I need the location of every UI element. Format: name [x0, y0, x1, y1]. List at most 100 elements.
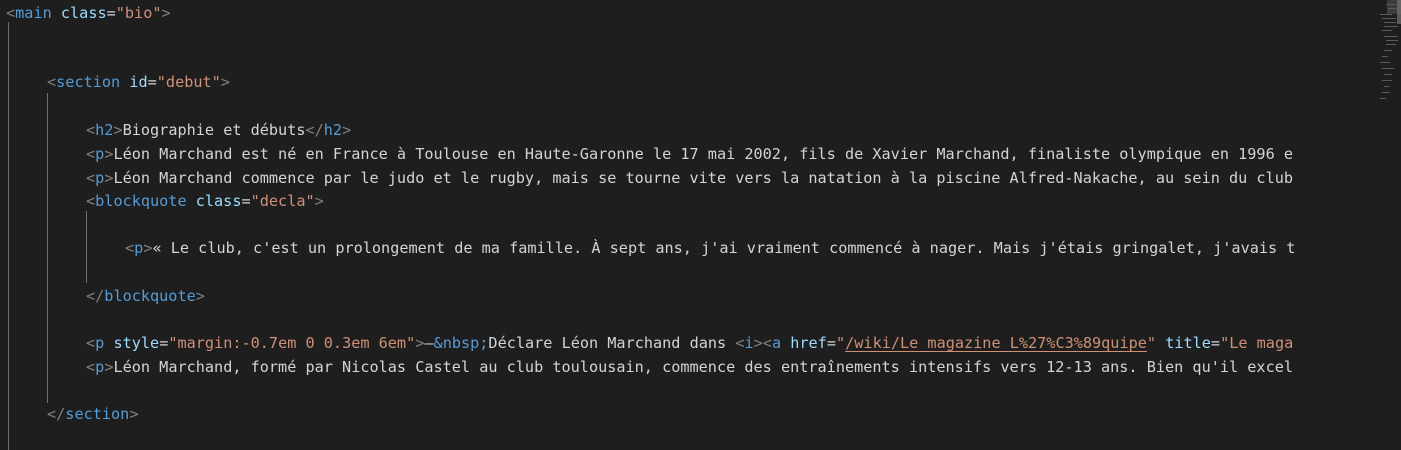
attr-name: class: [60, 4, 107, 22]
attr-name: style: [113, 334, 160, 352]
code-line-section-open: <section id="debut">: [47, 71, 1366, 93]
minimap-line: [1386, 4, 1396, 5]
tag-name: main: [15, 4, 52, 22]
punct: >: [129, 405, 139, 423]
text-content: Léon Marchand est né en France à Toulous…: [113, 145, 1293, 163]
punct: </: [86, 287, 105, 305]
punct: </: [305, 121, 324, 139]
indent-guide-section: [47, 93, 48, 403]
minimap-line: [1380, 14, 1392, 15]
tag-name: section: [56, 73, 121, 91]
attr-value: "Le maga: [1220, 334, 1294, 352]
punct: </: [47, 405, 66, 423]
code-line-blockquote-close: </blockquote>: [86, 285, 1366, 307]
equals: =: [147, 73, 157, 91]
minimap-line: [1384, 86, 1390, 87]
minimap-line: [1380, 62, 1390, 63]
punct: >: [314, 192, 324, 210]
tag-name: i: [744, 334, 754, 352]
attr-name: title: [1165, 334, 1211, 352]
tag-name: section: [65, 405, 130, 423]
text-content: Biographie et débuts: [122, 121, 306, 139]
tag-name: p: [95, 358, 105, 376]
minimap-line: [1384, 22, 1396, 23]
code-line-quote-p: <p>« Le club, c'est un prolongement de m…: [125, 237, 1362, 259]
tag-name: p: [95, 145, 105, 163]
code-editor[interactable]: <main class="bio"> <section id="debut"> …: [0, 0, 1366, 450]
minimap-line: [1386, 44, 1396, 45]
text-content: Léon Marchand, formé par Nicolas Castel …: [113, 358, 1293, 376]
equals: =: [241, 192, 251, 210]
punct: <: [762, 334, 772, 352]
quote-mark: ": [835, 334, 846, 352]
attr-name: href: [790, 334, 827, 352]
punct: >: [195, 287, 205, 305]
tag-name: a: [771, 334, 782, 352]
punct: >: [342, 121, 352, 139]
indent-guide-main: [8, 22, 9, 450]
code-line-p-style: <p style="margin:-0.7em 0 0.3em 6em">—&n…: [86, 332, 1362, 354]
punct: <: [86, 334, 96, 352]
punct: <: [86, 358, 96, 376]
punct: <: [86, 192, 96, 210]
attr-name: id: [129, 73, 148, 91]
code-line-p3: <p>Léon Marchand, formé par Nicolas Cast…: [86, 356, 1362, 378]
tag-name: blockquote: [95, 192, 187, 210]
tag-name: h2: [95, 121, 114, 139]
attr-value: "margin:-0.7em 0 0.3em 6em": [168, 334, 416, 352]
minimap-line: [1380, 98, 1386, 99]
minimap-line: [1388, 8, 1396, 9]
minimap-line: [1384, 74, 1392, 75]
punct: >: [220, 73, 230, 91]
href-link[interactable]: /wiki/Le_magazine_L%27%C3%89quipe: [845, 334, 1147, 352]
punct: >: [753, 334, 763, 352]
tag-name: p: [134, 239, 144, 257]
minimap-line: [1384, 26, 1398, 27]
attr-value: "debut": [156, 73, 221, 91]
tag-name: h2: [323, 121, 343, 139]
minimap-line: [1384, 36, 1398, 37]
punct: <: [125, 239, 135, 257]
minimap-line: [1382, 18, 1396, 19]
equals: =: [826, 334, 836, 352]
equals: =: [159, 334, 169, 352]
code-line-p2: <p>Léon Marchand commence par le judo et…: [86, 167, 1362, 189]
text-content: Léon Marchand commence par le judo et le…: [113, 169, 1293, 187]
attr-value: "bio": [115, 4, 162, 22]
minimap-line: [1382, 30, 1392, 31]
tag-name: p: [95, 334, 105, 352]
minimap-line: [1386, 40, 1398, 41]
text-content: Déclare Léon Marchand dans: [488, 334, 736, 352]
attr-value: "decla": [250, 192, 315, 210]
html-entity: &nbsp;: [433, 334, 489, 352]
punct: <: [86, 169, 96, 187]
punct: >: [113, 121, 123, 139]
code-line-p1: <p>Léon Marchand est né en France à Toul…: [86, 143, 1362, 165]
text-content: « Le club, c'est un prolongement de ma f…: [152, 239, 1296, 257]
punct: <: [86, 145, 96, 163]
equals: =: [1210, 334, 1221, 352]
minimap-line: [1382, 56, 1388, 57]
minimap[interactable]: [1366, 0, 1401, 450]
quote-mark: ": [1146, 334, 1157, 352]
tag-name: p: [95, 169, 105, 187]
minimap-line: [1384, 50, 1392, 51]
em-dash: —: [424, 334, 434, 352]
tag-name: blockquote: [104, 287, 196, 305]
punct: <: [86, 121, 96, 139]
minimap-line: [1382, 92, 1390, 93]
attr-name: class: [195, 192, 242, 210]
code-line-main-open: <main class="bio">: [6, 2, 1366, 24]
equals: =: [106, 4, 116, 22]
code-line-section-close: </section>: [47, 403, 1366, 425]
minimap-line: [1382, 80, 1392, 81]
code-line-h2: <h2>Biographie et débuts</h2>: [86, 119, 1366, 141]
minimap-slider[interactable]: [1387, 0, 1401, 14]
code-line-blockquote-open: <blockquote class="decla">: [86, 190, 1366, 212]
minimap-line: [1382, 68, 1394, 69]
